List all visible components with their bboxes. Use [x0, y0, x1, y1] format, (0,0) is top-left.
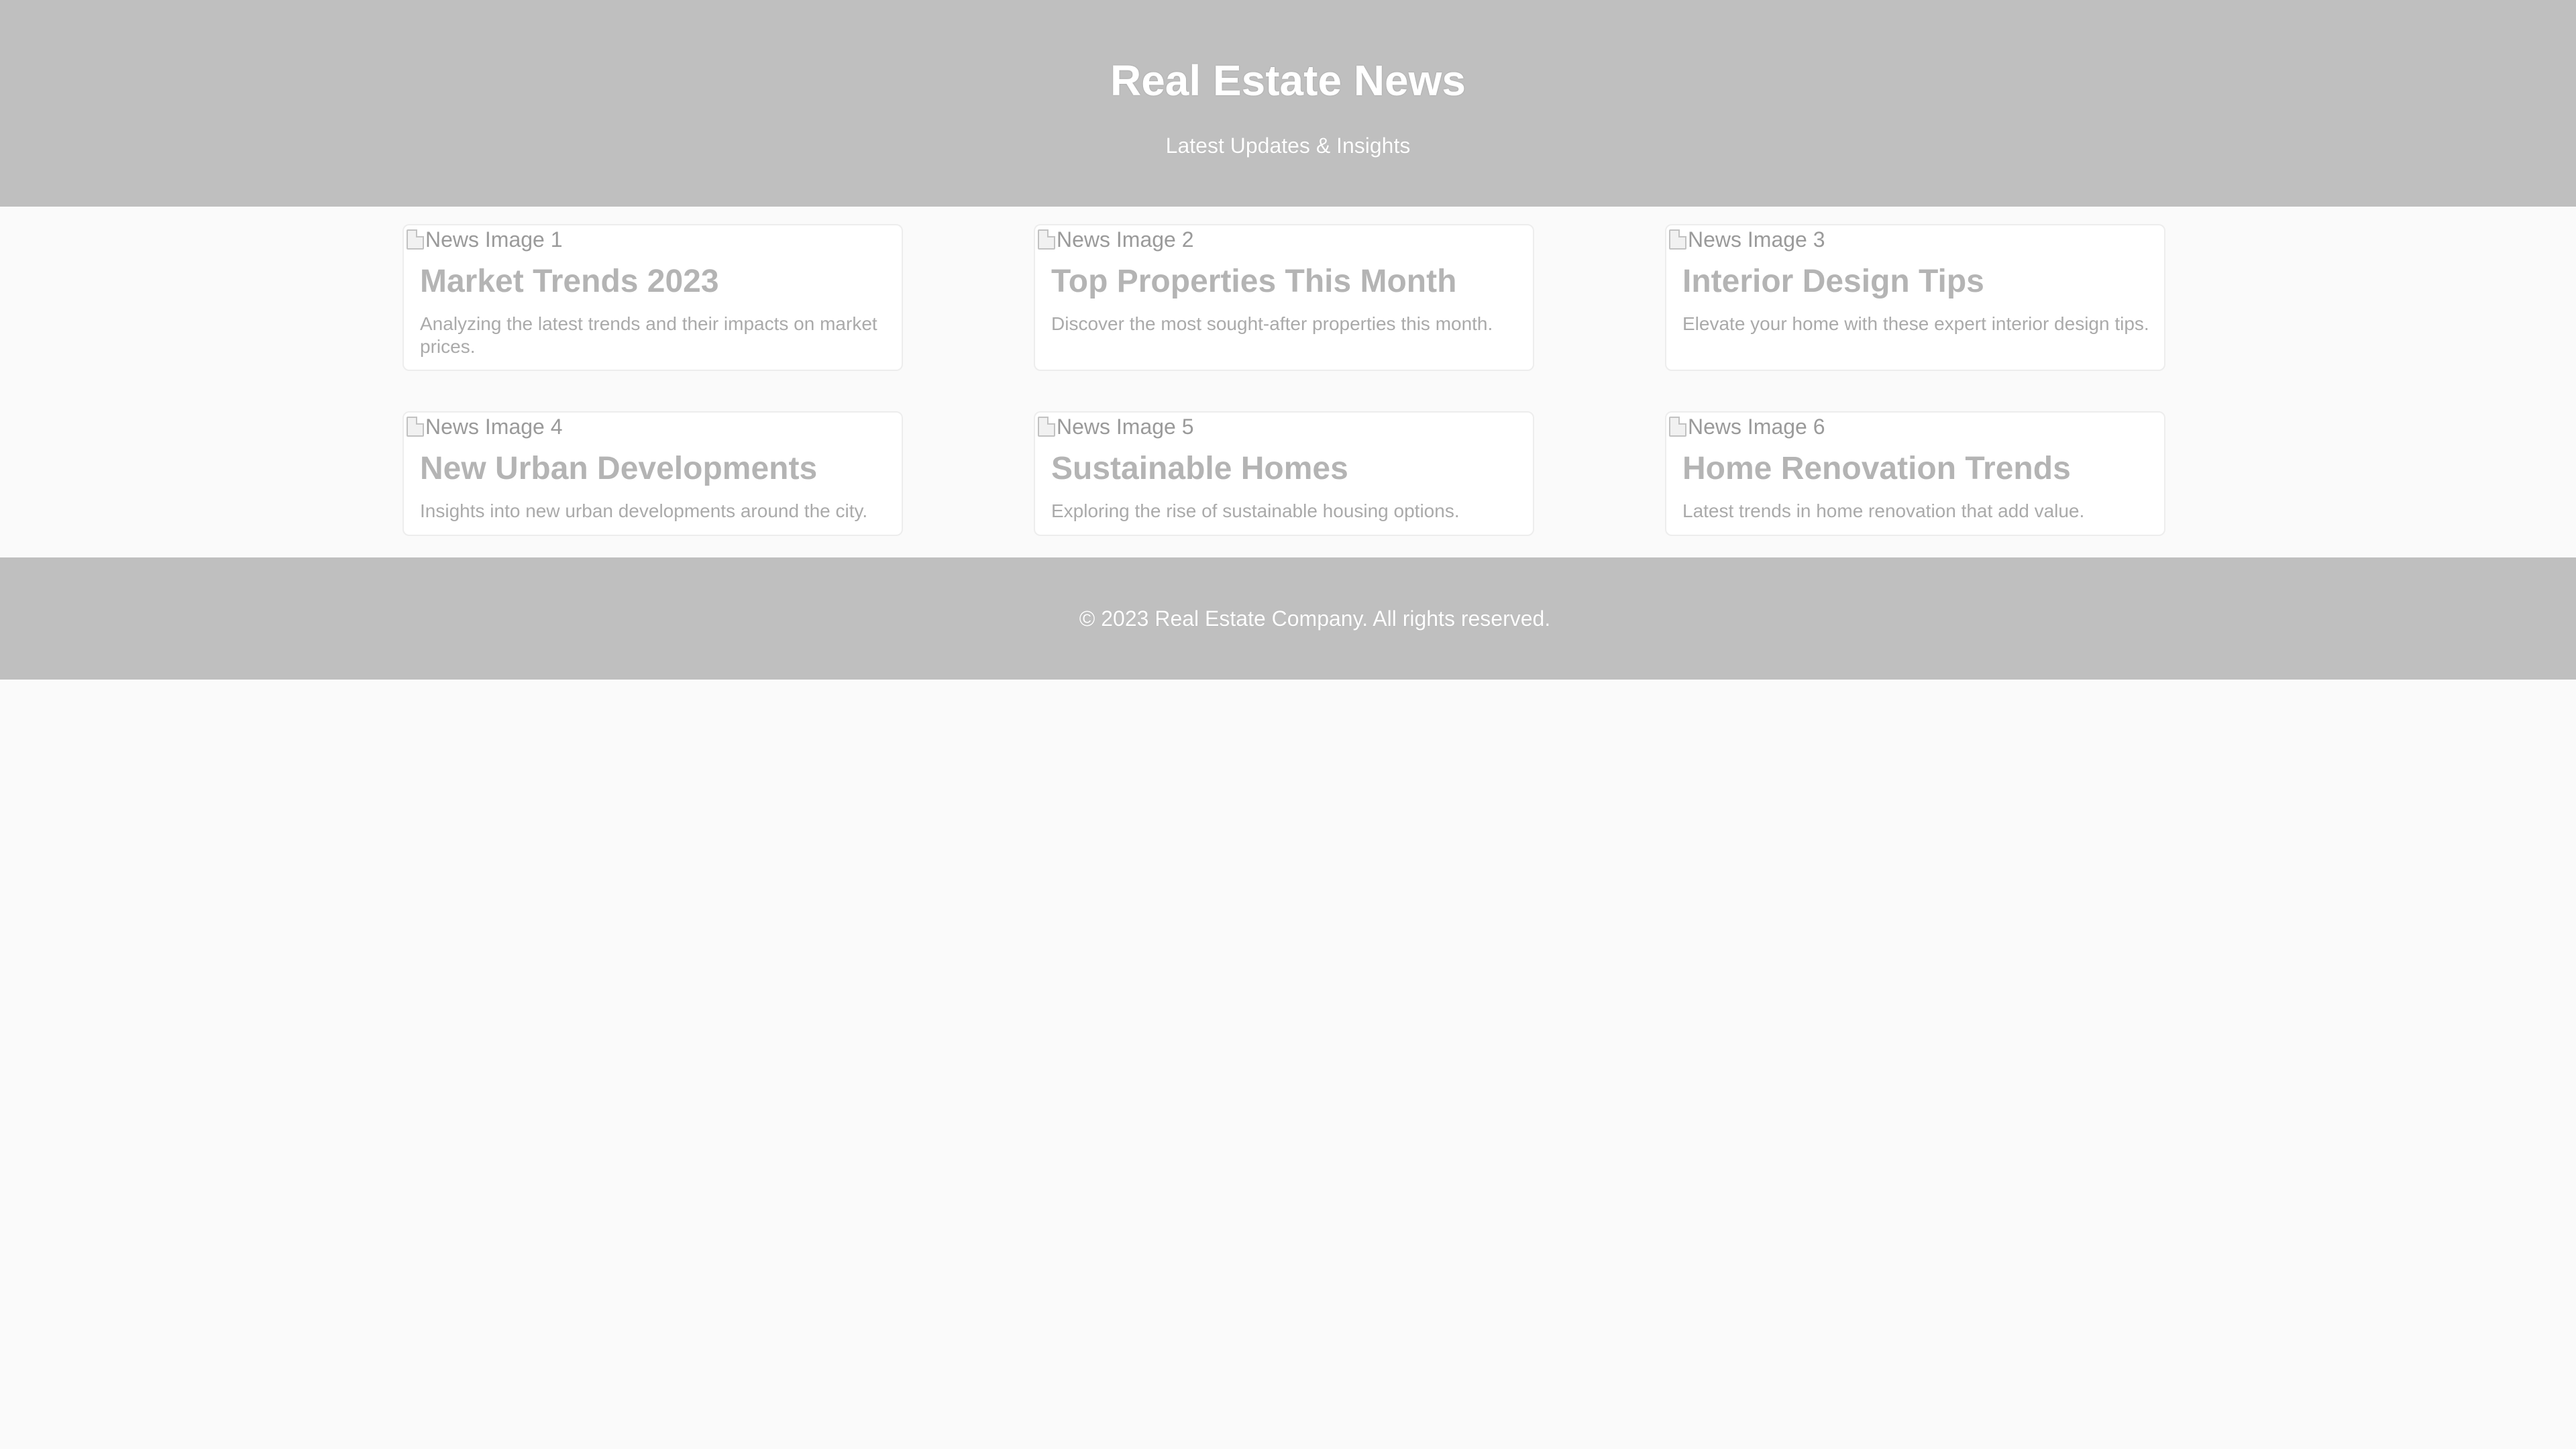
news-image-alt-text: News Image 4	[425, 415, 563, 439]
site-title: Real Estate News	[1110, 56, 1466, 105]
site-footer: © 2023 Real Estate Company. All rights r…	[0, 557, 2576, 680]
news-image-1: News Image 1	[407, 227, 563, 252]
broken-image-icon	[1669, 229, 1686, 250]
news-card-2[interactable]: News Image 2 Top Properties This Month D…	[1034, 224, 1534, 371]
news-image-3: News Image 3	[1669, 227, 1825, 252]
site-header: Real Estate News Latest Updates & Insigh…	[0, 0, 2576, 207]
broken-image-icon	[407, 229, 424, 250]
site-subtitle: Latest Updates & Insights	[1165, 133, 1411, 158]
news-card-6[interactable]: News Image 6 Home Renovation Trends Late…	[1665, 411, 2165, 536]
news-card-5[interactable]: News Image 5 Sustainable Homes Exploring…	[1034, 411, 1534, 536]
news-card-excerpt: Analyzing the latest trends and their im…	[420, 313, 877, 357]
news-image-6: News Image 6	[1669, 414, 1825, 439]
news-card-title[interactable]: Market Trends 2023	[420, 262, 719, 302]
news-card-1[interactable]: News Image 1 Market Trends 2023 Analyzin…	[402, 224, 903, 371]
news-card-title[interactable]: New Urban Developments	[420, 449, 817, 489]
news-image-alt-text: News Image 2	[1057, 227, 1194, 252]
news-card-title[interactable]: Interior Design Tips	[1682, 262, 1984, 302]
news-grid: News Image 1 Market Trends 2023 Analyzin…	[0, 207, 2576, 557]
broken-image-icon	[1669, 417, 1686, 437]
news-card-3[interactable]: News Image 3 Interior Design Tips Elevat…	[1665, 224, 2165, 371]
news-card-excerpt: Insights into new urban developments aro…	[420, 500, 868, 521]
news-card-title[interactable]: Home Renovation Trends	[1682, 449, 2071, 489]
news-card-excerpt: Latest trends in home renovation that ad…	[1682, 500, 2085, 521]
news-image-alt-text: News Image 1	[425, 227, 563, 252]
news-card-4[interactable]: News Image 4 New Urban Developments Insi…	[402, 411, 903, 536]
news-image-4: News Image 4	[407, 414, 563, 439]
news-image-alt-text: News Image 6	[1688, 415, 1825, 439]
copyright-text: © 2023 Real Estate Company. All rights r…	[1079, 606, 1551, 631]
news-image-2: News Image 2	[1038, 227, 1194, 252]
news-card-excerpt: Elevate your home with these expert inte…	[1682, 313, 2149, 334]
news-card-title[interactable]: Top Properties This Month	[1051, 262, 1456, 302]
broken-image-icon	[1038, 229, 1055, 250]
news-image-alt-text: News Image 3	[1688, 227, 1825, 252]
news-page: Real Estate News Latest Updates & Insigh…	[0, 0, 2576, 1449]
broken-image-icon	[407, 417, 424, 437]
news-image-5: News Image 5	[1038, 414, 1194, 439]
news-card-title[interactable]: Sustainable Homes	[1051, 449, 1348, 489]
broken-image-icon	[1038, 417, 1055, 437]
news-image-alt-text: News Image 5	[1057, 415, 1194, 439]
news-card-excerpt: Discover the most sought-after propertie…	[1051, 313, 1493, 334]
news-card-excerpt: Exploring the rise of sustainable housin…	[1051, 500, 1460, 521]
